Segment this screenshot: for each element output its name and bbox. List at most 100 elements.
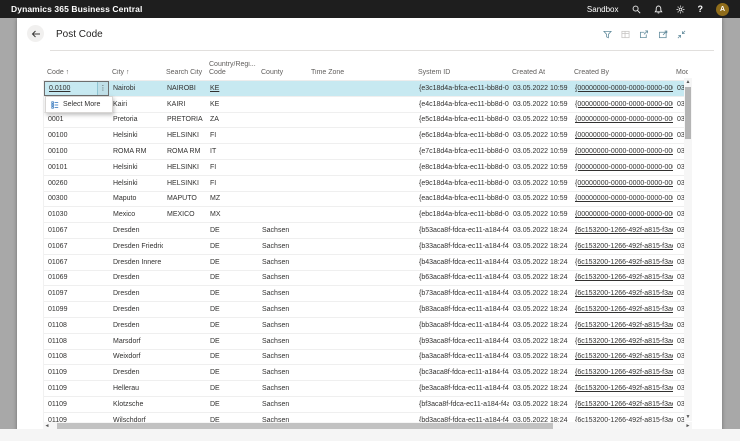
cell-county: Sachsen: [262, 227, 290, 235]
table-row[interactable]: 01108 Weixdorf DE Sachsen {ba3aca8f-fdca-ec1…: [44, 350, 688, 366]
cell-created_by[interactable]: {6c153200-1266-492f-a815-f3ae...: [571, 255, 673, 270]
cell-search_city: [163, 239, 206, 254]
cell-search_city: MAPUTO: [167, 195, 197, 203]
cell-created_by[interactable]: {00000000-0000-0000-0000-000...: [571, 192, 673, 207]
cell-country: DE: [210, 242, 220, 250]
cell-time_zone: [308, 350, 415, 365]
context-menu-select-more[interactable]: Select More: [45, 96, 113, 113]
cell-created_by[interactable]: {00000000-0000-0000-0000-000...: [571, 81, 673, 96]
code-link[interactable]: 0.0100: [49, 85, 70, 92]
table-row[interactable]: Kairi KAIRI KE {e4c18d4a-bfca-ec11-bb8d-00.…: [44, 97, 688, 113]
scroll-up-icon[interactable]: ▲: [684, 78, 692, 86]
vertical-scroll-thumb[interactable]: [685, 87, 691, 139]
cell-created_by[interactable]: {00000000-0000-0000-0000-000...: [571, 144, 673, 159]
table-row[interactable]: 00100 Helsinki HELSINKI FI {e6c18d4a-bfca-ec…: [44, 128, 688, 145]
column-header-code[interactable]: Code ↑: [43, 69, 108, 80]
cell-system_id: {e9c18d4a-bfca-ec11-bb8d-00...: [419, 179, 509, 187]
table-row[interactable]: 00260 Helsinki HELSINKI FI {e9c18d4a-bfca-ec…: [44, 176, 688, 192]
collapse-expand-icon[interactable]: [677, 30, 686, 39]
table-row[interactable]: 01067 Dresden Innere ... DE Sachsen {b43aca8…: [44, 255, 688, 271]
table-row[interactable]: 01109 Wilschdorf DE Sachsen {bd3aca8f-fdca-e…: [44, 413, 688, 422]
cell-created_by[interactable]: {6c153200-1266-492f-a815-f3ae...: [571, 365, 673, 380]
table-row[interactable]: 00300 Maputo MAPUTO MZ {eac18d4a-bfca-ec11-b…: [44, 192, 688, 208]
column-header-city[interactable]: City ↑: [108, 69, 162, 80]
cell-created_by[interactable]: {00000000-0000-0000-0000-000...: [571, 176, 673, 191]
table-row[interactable]: 01097 Dresden DE Sachsen {b73aca8f-fdca-ec11…: [44, 286, 688, 303]
cell-search_city: HELSINKI: [167, 179, 199, 187]
cell-created_by[interactable]: {00000000-0000-0000-0000-000...: [571, 160, 673, 175]
cell-created_by[interactable]: {6c153200-1266-492f-a815-f3ae...: [571, 239, 673, 254]
row-more-icon[interactable]: ⋮: [97, 82, 108, 95]
cell-time_zone: [308, 334, 415, 349]
cell-county: [258, 207, 308, 222]
cell-created_by[interactable]: {6c153200-1266-492f-a815-f3ae...: [571, 413, 673, 422]
app-title[interactable]: Dynamics 365 Business Central: [11, 4, 142, 14]
cell-search_city: [163, 397, 206, 412]
column-header-country[interactable]: Country/Regi... Code: [205, 61, 257, 80]
cell-country: DE: [210, 306, 220, 314]
column-header-system_id[interactable]: System ID: [414, 69, 508, 80]
column-header-created_at[interactable]: Created At: [508, 69, 570, 80]
cell-search_city: [163, 381, 206, 396]
avatar[interactable]: A: [716, 2, 729, 16]
cell-country: FI: [210, 179, 217, 187]
cell-created_by[interactable]: {6c153200-1266-492f-a815-f3ae...: [571, 334, 673, 349]
page-title: Post Code: [56, 29, 103, 40]
cell-created_by[interactable]: {00000000-0000-0000-0000-000...: [571, 128, 673, 143]
column-header-county[interactable]: County: [257, 69, 307, 80]
cell-search_city: [163, 302, 206, 317]
open-in-new-window-icon[interactable]: [658, 30, 668, 39]
table-row[interactable]: 01109 Klotzsche DE Sachsen {bf3aca8f-fdca-ec…: [44, 397, 688, 413]
table-row[interactable]: 00100 ROMA RM ROMA RM IT {e7c18d4a-bfca-ec11…: [44, 144, 688, 160]
column-header-time_zone[interactable]: Time Zone: [307, 69, 414, 80]
cell-system_id: {be3aca8f-fdca-ec11-a184-f4a...: [419, 385, 509, 393]
filter-icon[interactable]: [603, 30, 612, 39]
vertical-scrollbar[interactable]: ▲ ▼: [684, 78, 692, 421]
cell-system_id: {e3c18d4a-bfca-ec11-bb8d-00...: [419, 84, 509, 92]
page-card: Post Code Code ↑ City ↑ Search City Coun…: [17, 18, 722, 441]
cell-time_zone: [308, 160, 415, 175]
cell-created_by[interactable]: {6c153200-1266-492f-a815-f3ae...: [571, 350, 673, 365]
table-row[interactable]: 01109 Dresden DE Sachsen {bc3aca8f-fdca-ec11…: [44, 365, 688, 382]
table-row[interactable]: 01108 Marsdorf DE Sachsen {b93aca8f-fdca-ec1…: [44, 334, 688, 350]
cell-created_by[interactable]: {6c153200-1266-492f-a815-f3ae...: [571, 397, 673, 412]
table-row[interactable]: 01109 Hellerau DE Sachsen {be3aca8f-fdca-ec1…: [44, 381, 688, 397]
table-row[interactable]: 01108 Dresden DE Sachsen {bb3aca8f-fdca-ec11…: [44, 318, 688, 334]
cell-created_by[interactable]: {6c153200-1266-492f-a815-f3ae...: [571, 286, 673, 301]
column-header-created_by[interactable]: Created By: [570, 69, 672, 80]
select-more-icon: [51, 100, 59, 109]
cell-created_by[interactable]: {6c153200-1266-492f-a815-f3ae...: [571, 381, 673, 396]
cell-created_by[interactable]: {00000000-0000-0000-0000-000...: [571, 97, 673, 112]
cell-time_zone: [308, 381, 415, 396]
environment-badge[interactable]: Sandbox: [587, 5, 619, 14]
table-row[interactable]: 0.0100 ⋮ Nairobi NAIROBI KE {e3c18d4a-bfca-ec…: [44, 81, 688, 97]
table-row[interactable]: 0001 Pretoria PRETORIA ZA {e5c18d4a-bfca-ec1…: [44, 113, 688, 129]
table-row[interactable]: 01030 Mexico MEXICO MX {ebc18d4a-bfca-ec11-b…: [44, 207, 688, 224]
table-row[interactable]: 01067 Dresden Friedric... DE Sachsen {b33aca…: [44, 239, 688, 255]
cell-created_by[interactable]: {6c153200-1266-492f-a815-f3ae...: [571, 318, 673, 333]
cell-city: Hellerau: [113, 385, 140, 393]
share-icon[interactable]: [639, 30, 649, 39]
table-row[interactable]: 00101 Helsinki HELSINKI FI {e8c18d4a-bfca-ec…: [44, 160, 688, 176]
table-row[interactable]: 01069 Dresden DE Sachsen {b63aca8f-fdca-ec11…: [44, 271, 688, 287]
cell-created_by[interactable]: {6c153200-1266-492f-a815-f3ae...: [571, 271, 673, 286]
scroll-down-icon[interactable]: ▼: [684, 413, 692, 421]
search-icon[interactable]: [632, 5, 641, 14]
notifications-bell-icon[interactable]: [653, 5, 663, 14]
cell-created_by[interactable]: {00000000-0000-0000-0000-000...: [571, 113, 673, 128]
column-header-search_city[interactable]: Search City: [162, 69, 205, 80]
settings-gear-icon[interactable]: [676, 5, 685, 14]
cell-system_id: {b93aca8f-fdca-ec11-a184-f4a...: [419, 337, 509, 345]
cell-created_by[interactable]: {00000000-0000-0000-0000-000...: [571, 207, 673, 222]
cell-search_city: [163, 334, 206, 349]
cell-created_by[interactable]: {6c153200-1266-492f-a815-f3ae...: [571, 223, 673, 238]
back-button[interactable]: [27, 25, 44, 42]
table-row[interactable]: 01099 Dresden DE Sachsen {b83aca8f-fdca-ec11…: [44, 302, 688, 318]
cell-country[interactable]: KE: [206, 81, 258, 96]
cell-search_city: MEXICO: [167, 211, 195, 219]
table-row[interactable]: 01067 Dresden DE Sachsen {b53aca8f-fdca-ec11…: [44, 223, 688, 239]
help-icon[interactable]: ?: [698, 4, 704, 14]
cell-time_zone: [308, 255, 415, 270]
cell-code: 01067: [48, 258, 68, 266]
cell-created_by[interactable]: {6c153200-1266-492f-a815-f3ae...: [571, 302, 673, 317]
